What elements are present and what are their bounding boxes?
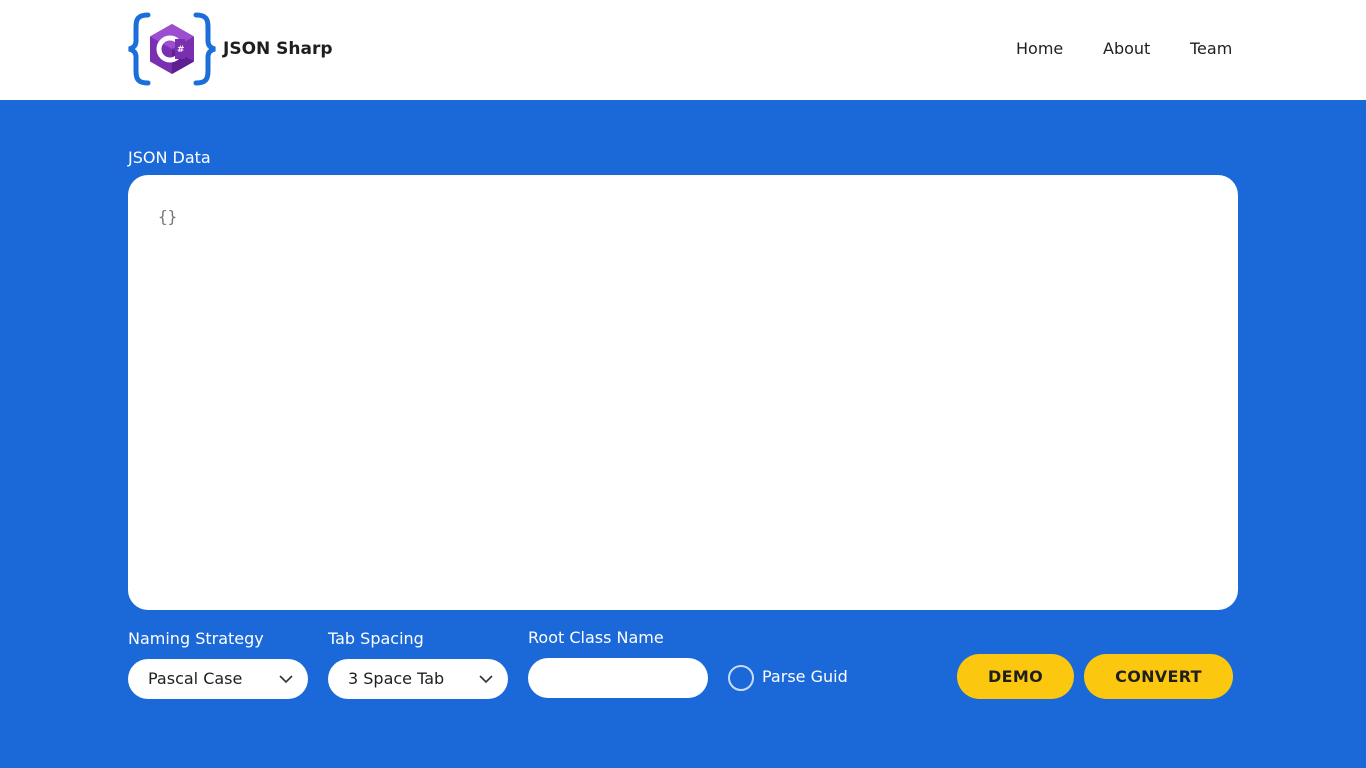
json-editor-content[interactable]: {} — [158, 207, 177, 227]
naming-strategy-select[interactable]: Pascal Case — [128, 659, 308, 699]
parse-guid-label[interactable]: Parse Guid — [762, 667, 848, 687]
parse-guid-radio[interactable] — [728, 665, 754, 691]
chevron-down-icon — [479, 675, 493, 684]
convert-button[interactable]: CONVERT — [1084, 654, 1233, 699]
top-navbar: # JSON Sharp Home About Team — [0, 0, 1366, 100]
nav-home-link[interactable]: Home — [1016, 39, 1063, 59]
tab-spacing-label: Tab Spacing — [328, 629, 424, 648]
nav-team-link[interactable]: Team — [1190, 39, 1232, 59]
csharp-braces-logo-icon[interactable]: # — [128, 9, 216, 89]
svg-text:#: # — [177, 45, 185, 55]
brand-name[interactable]: JSON Sharp — [223, 39, 333, 59]
tab-spacing-select[interactable]: 3 Space Tab — [328, 659, 508, 699]
root-class-name-label: Root Class Name — [528, 628, 664, 647]
demo-button[interactable]: DEMO — [957, 654, 1074, 699]
naming-strategy-value: Pascal Case — [148, 669, 243, 688]
json-data-label: JSON Data — [128, 148, 211, 167]
naming-strategy-label: Naming Strategy — [128, 629, 264, 648]
nav-about-link[interactable]: About — [1103, 39, 1150, 59]
chevron-down-icon — [279, 675, 293, 684]
root-class-name-input[interactable] — [528, 658, 708, 698]
json-data-editor[interactable] — [128, 175, 1238, 610]
tab-spacing-value: 3 Space Tab — [348, 669, 445, 688]
